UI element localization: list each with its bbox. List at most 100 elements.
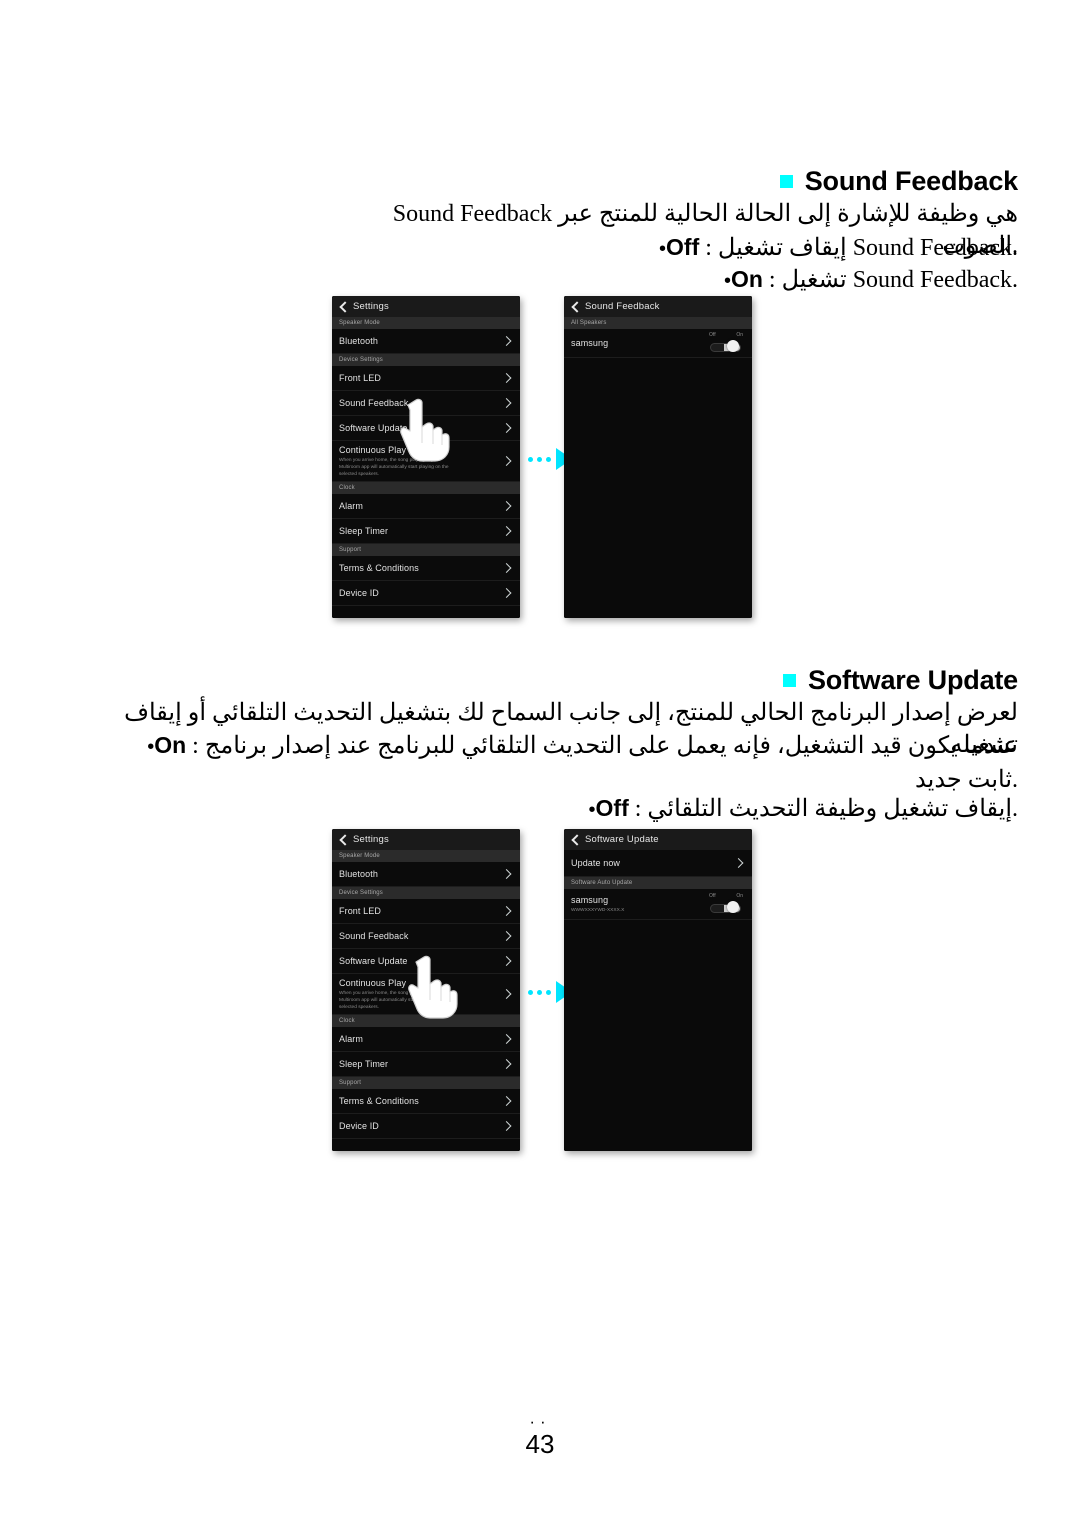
back-icon[interactable]: [571, 301, 578, 312]
app-bar: Settings: [332, 829, 520, 850]
list-item-device-id[interactable]: Device ID: [332, 1114, 520, 1139]
chevron-right-icon: [503, 527, 512, 536]
group-header-device-settings: Device Settings: [332, 354, 520, 366]
list-item-continuous-play[interactable]: Continuous Play When you arrive home, th…: [332, 974, 520, 1015]
list-item-label: Continuous Play: [339, 977, 407, 988]
section-heading-label: Software Update: [807, 665, 1018, 695]
option-label: On: [730, 266, 763, 292]
list-item-label: Sound Feedback: [339, 398, 409, 408]
list-bullet-icon: [581, 796, 596, 822]
group-header-speaker-mode: Speaker Mode: [332, 317, 520, 329]
option-label: Off: [595, 795, 629, 821]
list-item-software-update[interactable]: Software Update: [332, 949, 520, 974]
toggle-off-label: Off: [709, 893, 716, 899]
toggle-knob[interactable]: [727, 901, 739, 913]
flow-dot: [537, 456, 542, 462]
list-item-terms-conditions[interactable]: Terms & Conditions: [332, 1089, 520, 1114]
toggle-off-label: Off: [709, 332, 716, 338]
list-item-bluetooth[interactable]: Bluetooth: [332, 862, 520, 887]
software-update-option-on: On : عندما يكون قيد التشغيل، فإنه يعمل ع…: [100, 729, 1018, 797]
chevron-right-icon: [503, 990, 512, 999]
device-name: samsung: [571, 338, 609, 348]
chevron-right-icon: [503, 907, 512, 916]
square-bullet-icon: [782, 674, 796, 687]
chevron-right-icon: [503, 589, 512, 598]
list-item-label: Software Update: [339, 423, 408, 433]
software-update-option-off: Off : إيقاف تشغيل وظيفة التحديث التلقائي…: [100, 792, 1018, 827]
list-item-software-update[interactable]: Software Update: [332, 416, 520, 441]
list-item-label: Front LED: [339, 373, 381, 383]
group-header-support: Support: [332, 1077, 520, 1089]
list-item-sleep-timer[interactable]: Sleep Timer: [332, 1052, 520, 1077]
list-item-update-now[interactable]: Update now: [564, 850, 752, 877]
app-bar: Settings: [332, 296, 520, 317]
chevron-right-icon: [503, 1060, 512, 1069]
manual-page: Sound Feedback Sound Feedback هي وظيفة ل…: [0, 0, 1080, 1527]
toggle-knob[interactable]: [727, 340, 739, 352]
app-bar-title: Settings: [353, 834, 389, 845]
list-item-description: When you arrive home, the song playing i…: [339, 457, 449, 477]
page-footer: ·· 43: [0, 1412, 1080, 1459]
list-item-label: Alarm: [339, 1034, 364, 1044]
phone-mockup-settings-2: Settings Speaker Mode Bluetooth Device S…: [332, 829, 520, 1151]
auto-update-toggle[interactable]: Off On: [706, 893, 746, 915]
chevron-right-icon: [503, 932, 512, 941]
list-item-continuous-play[interactable]: Continuous Play When you arrive home, th…: [332, 441, 520, 482]
option-text: : إيقاف تشغيل Sound Feedback.: [705, 235, 1018, 261]
page-number: 43: [525, 1429, 555, 1459]
toggle-on-label: On: [736, 332, 743, 338]
list-item-bluetooth[interactable]: Bluetooth: [332, 329, 520, 354]
list-item-device-id[interactable]: Device ID: [332, 581, 520, 606]
chevron-right-icon: [503, 424, 512, 433]
option-label: Off: [666, 234, 700, 260]
chevron-right-icon: [503, 337, 512, 346]
group-header-software-auto-update: Software Auto Update: [564, 877, 752, 889]
square-bullet-icon: [779, 175, 793, 188]
sound-feedback-toggle[interactable]: Off On: [706, 332, 746, 354]
list-bullet-icon: [716, 267, 731, 293]
flow-dot: [537, 989, 542, 995]
toggle-on-label: On: [736, 893, 743, 899]
chevron-right-icon: [503, 457, 512, 466]
section-heading-software-update: Software Update: [782, 665, 1018, 696]
flow-dot: [546, 989, 551, 995]
app-bar-title: Software Update: [585, 834, 659, 845]
sound-feedback-option-off: Off : إيقاف تشغيل Sound Feedback.: [651, 231, 1018, 266]
back-icon[interactable]: [571, 834, 578, 845]
chevron-right-icon: [503, 957, 512, 966]
flow-dot: [528, 989, 533, 995]
list-item-label: Bluetooth: [339, 869, 378, 879]
back-icon[interactable]: [339, 834, 346, 845]
list-item-label: Sleep Timer: [339, 1059, 389, 1069]
list-item-alarm[interactable]: Alarm: [332, 1027, 520, 1052]
footer-dots: ··: [529, 1412, 551, 1431]
list-item-sleep-timer[interactable]: Sleep Timer: [332, 519, 520, 544]
list-item-front-led[interactable]: Front LED: [332, 899, 520, 924]
option-text: : عندما يكون قيد التشغيل، فإنه يعمل على …: [192, 733, 1018, 793]
list-item-sound-feedback[interactable]: Sound Feedback: [332, 924, 520, 949]
list-item-device-samsung[interactable]: samsung Off On: [564, 329, 752, 358]
firmware-version: WWWXXXYWD-XXXX.X: [571, 907, 625, 913]
chevron-right-icon: [503, 1035, 512, 1044]
option-text: : تشغيل Sound Feedback.: [768, 267, 1018, 293]
chevron-right-icon: [503, 399, 512, 408]
figure-sound-feedback: Settings Speaker Mode Bluetooth Device S…: [332, 296, 752, 626]
list-item-terms-conditions[interactable]: Terms & Conditions: [332, 556, 520, 581]
list-item-label: Software Update: [339, 956, 408, 966]
list-item-device-samsung[interactable]: samsung WWWXXXYWD-XXXX.X Off On: [564, 889, 752, 920]
section-heading-label: Sound Feedback: [804, 166, 1018, 196]
list-item-alarm[interactable]: Alarm: [332, 494, 520, 519]
app-bar: Sound Feedback: [564, 296, 752, 317]
list-item-label: Device ID: [339, 1121, 379, 1131]
group-header-clock: Clock: [332, 1015, 520, 1027]
list-item-label: Terms & Conditions: [339, 563, 419, 573]
list-item-label: Device ID: [339, 588, 379, 598]
phone-mockup-settings-1: Settings Speaker Mode Bluetooth Device S…: [332, 296, 520, 618]
chevron-right-icon: [503, 374, 512, 383]
list-item-sound-feedback[interactable]: Sound Feedback: [332, 391, 520, 416]
option-label: On: [154, 732, 187, 758]
back-icon[interactable]: [339, 301, 346, 312]
list-item-front-led[interactable]: Front LED: [332, 366, 520, 391]
app-bar-title: Sound Feedback: [585, 301, 660, 312]
sound-feedback-option-on: On : تشغيل Sound Feedback.: [716, 263, 1018, 298]
